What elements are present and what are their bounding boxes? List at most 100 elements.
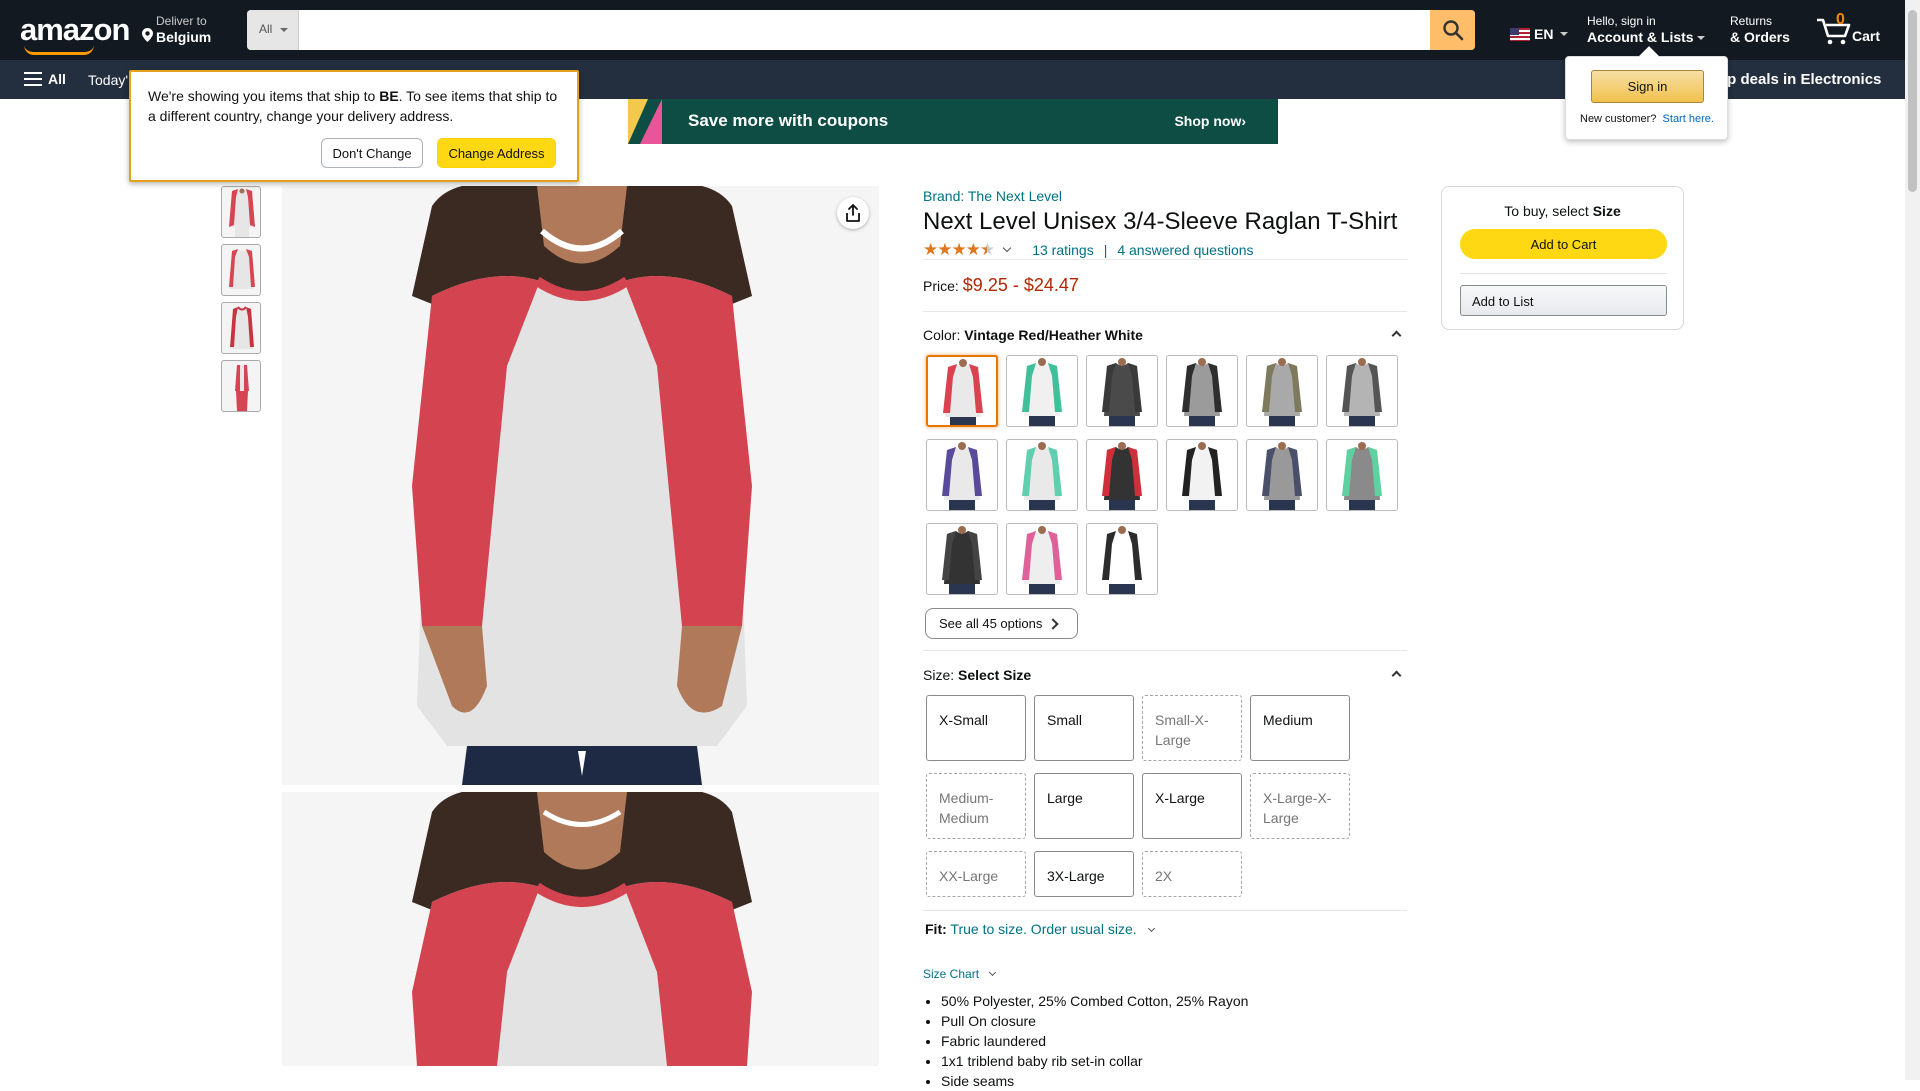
answered-questions-link[interactable]: 4 answered questions [1117,242,1253,258]
share-button[interactable] [837,197,869,229]
size-option-button[interactable]: XX-Large [926,851,1026,897]
color-swatch[interactable] [1086,439,1158,511]
search-category-dropdown[interactable]: All [247,10,299,50]
size-option-button[interactable]: Medium [1250,695,1350,761]
shirt-swatch-image [1102,526,1142,594]
banner-decoration [640,99,662,144]
deliver-to-label: Deliver to [156,14,207,28]
size-option-button[interactable]: Small-X-Large [1142,695,1242,761]
size-selector-header[interactable]: Size: Select Size [923,667,1031,683]
color-swatch[interactable] [1246,355,1318,427]
size-option-button[interactable]: Large [1034,773,1134,839]
color-swatch[interactable] [926,523,998,595]
main-product-image[interactable] [282,186,879,785]
amazon-logo[interactable]: amazon [20,12,130,55]
shirt-swatch-image [1262,358,1302,426]
color-swatch[interactable] [1086,355,1158,427]
chevron-up-icon[interactable] [1391,670,1402,681]
shirt-swatch-image [1022,442,1062,510]
chevron-down-icon [1696,36,1705,41]
share-icon [846,204,860,222]
chevron-down-icon [1560,32,1569,36]
color-swatch[interactable] [1006,523,1078,595]
color-swatch[interactable] [1086,523,1158,595]
sign-in-popover: Sign in New customer? Start here. [1565,46,1728,140]
size-option-button[interactable]: Medium-Medium [926,773,1026,839]
fit-info[interactable]: Fit: True to size. Order usual size. [925,921,1155,937]
deliver-to-location[interactable]: Deliver to Belgium [142,14,211,45]
buy-message-text: To buy, select [1504,203,1593,219]
page-scrollbar[interactable] [1905,0,1920,1080]
add-to-cart-button[interactable]: Add to Cart [1460,229,1667,259]
thumbnail-image-4[interactable] [221,360,261,412]
sign-in-button[interactable]: Sign in [1591,70,1704,103]
color-swatch[interactable] [926,439,998,511]
see-all-options-button[interactable]: See all 45 options [925,608,1078,639]
nav-link-todays-deals[interactable]: Today' [88,72,128,88]
shirt-swatch-image [1182,442,1222,510]
divider [923,311,1407,312]
shirt-swatch-image [943,359,983,425]
shirt-swatch-image [1182,358,1222,426]
divider [923,650,1407,651]
color-swatch[interactable] [1166,439,1238,511]
shirt-swatch-image [1102,358,1142,426]
brand-link[interactable]: Brand: The Next Level [923,188,1062,204]
size-chart-link[interactable]: Size Chart [923,967,997,981]
color-swatch[interactable] [1246,439,1318,511]
buy-box: To buy, select Size Add to Cart Add to L… [1441,186,1684,330]
color-swatch[interactable] [1166,355,1238,427]
thumbnail-image-1[interactable] [221,186,261,238]
account-lists-label: Account & Lists [1587,29,1694,45]
price-label: Price: [923,278,959,294]
returns-and-orders[interactable]: Returns & Orders [1730,14,1790,45]
feature-bullets: 50% Polyester, 25% Combed Cotton, 25% Ra… [941,991,1248,1091]
star-rating-icon[interactable]: ★★★★★ [923,240,995,260]
chevron-up-icon[interactable] [1391,330,1402,341]
color-swatch[interactable] [1006,439,1078,511]
change-address-button[interactable]: Change Address [437,138,556,168]
language-selector[interactable]: EN [1510,26,1569,42]
shirt-thumbnail-image [229,188,255,237]
size-option-button[interactable]: 3X-Large [1034,851,1134,897]
search-input[interactable] [299,10,1425,50]
ratings-count-link[interactable]: 13 ratings [1032,242,1093,258]
fit-label: Fit: [925,921,947,937]
secondary-product-image[interactable] [282,792,879,1066]
dont-change-button[interactable]: Don't Change [321,138,423,168]
nav-link-electronics-deals[interactable]: op deals in Electronics [1718,71,1881,88]
size-option-button[interactable]: 2X [1142,851,1242,897]
search-bar: All [247,10,1475,50]
all-menu-button[interactable]: All [24,71,66,87]
color-swatch[interactable] [1326,355,1398,427]
size-option-button[interactable]: X-Large-X-Large [1250,773,1350,839]
color-label: Color: [923,327,965,343]
search-button[interactable] [1430,10,1475,50]
logo-smile-icon [24,45,94,55]
chevron-down-icon[interactable] [1002,243,1012,253]
banner-shop-now-link[interactable]: Shop now› [1174,113,1246,129]
coupon-banner[interactable]: Save more with coupons Shop now› [628,99,1278,144]
color-swatch[interactable] [1326,439,1398,511]
cart-count: 0 [1836,11,1845,28]
color-swatch[interactable] [1006,355,1078,427]
delivery-message-text: We're showing you items that ship to [148,88,380,104]
size-option-button[interactable]: X-Small [926,695,1026,761]
chevron-down-icon [1147,924,1155,933]
shirt-swatch-image [1102,442,1142,510]
new-customer-label: New customer? [1580,113,1657,125]
start-here-link[interactable]: Start here. [1663,113,1714,125]
size-option-button[interactable]: Small [1034,695,1134,761]
color-swatch[interactable] [926,355,998,427]
location-pin-icon [142,28,153,42]
us-flag-icon [1510,27,1530,41]
scrollbar-thumb[interactable] [1908,10,1917,192]
add-to-list-button[interactable]: Add to List [1460,285,1667,316]
thumbnail-image-2[interactable] [221,244,261,296]
size-option-button[interactable]: X-Large [1142,773,1242,839]
divider [923,259,1407,260]
cart-button[interactable]: 0 Cart [1815,10,1885,50]
thumbnail-image-3[interactable] [221,302,261,354]
color-selector-header[interactable]: Color: Vintage Red/Heather White [923,327,1143,343]
account-and-lists[interactable]: Hello, sign in Account & Lists [1587,14,1705,45]
